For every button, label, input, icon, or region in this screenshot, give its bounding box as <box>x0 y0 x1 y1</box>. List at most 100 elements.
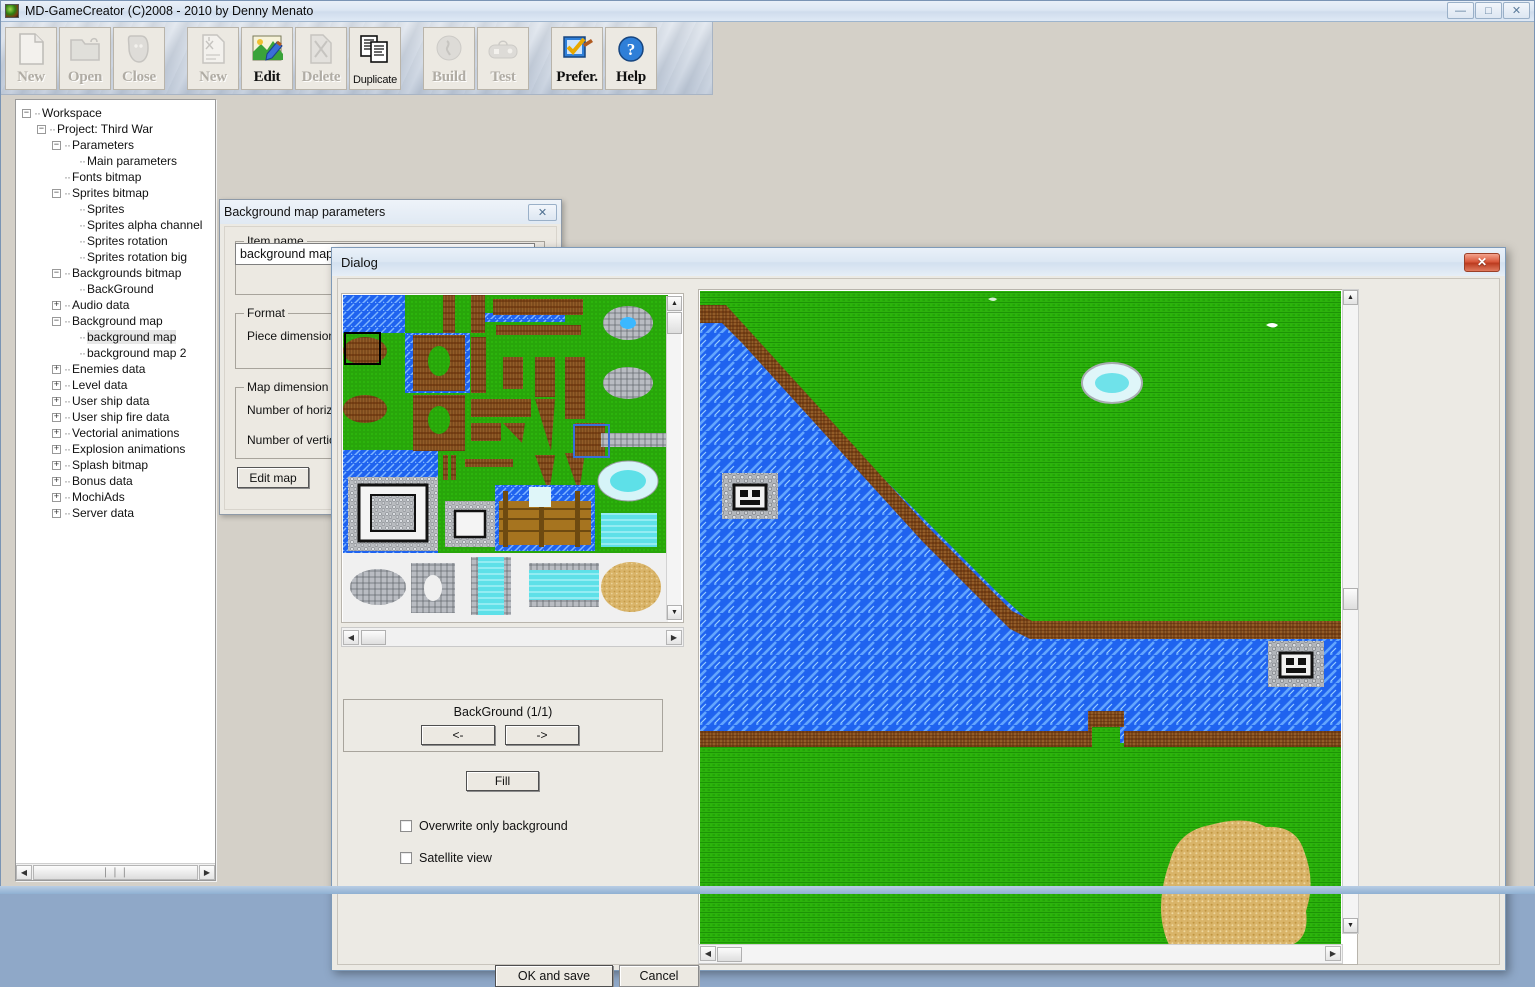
tree-item-sprites[interactable]: ··Sprites <box>22 201 215 217</box>
palette-horizontal-scrollbar[interactable]: ◀ ▶ <box>341 627 684 647</box>
scroll-right-arrow-icon[interactable]: ▶ <box>199 865 215 880</box>
map-horizontal-scroll-thumb[interactable] <box>717 947 742 962</box>
map-scroll-down-arrow-icon[interactable]: ▼ <box>1343 918 1358 933</box>
tree-collapse-minus-icon[interactable]: − <box>52 189 61 198</box>
toolbar-button-help[interactable]: ? Help <box>605 27 657 90</box>
tree-leaf-connector-icon[interactable] <box>67 157 76 166</box>
overwrite-only-background-checkbox[interactable] <box>400 820 412 832</box>
palette-scroll-down-arrow-icon[interactable]: ▼ <box>667 605 682 620</box>
bgmap-close-icon[interactable]: ✕ <box>528 204 557 221</box>
tree-item-mochiads[interactable]: +··MochiAds <box>22 489 215 505</box>
tree-item-explosion-animations[interactable]: +··Explosion animations <box>22 441 215 457</box>
tree-expand-plus-icon[interactable]: + <box>52 301 61 310</box>
toolbar-button-delete[interactable]: Delete <box>295 27 347 90</box>
tree-collapse-minus-icon[interactable]: − <box>52 269 61 278</box>
tree-leaf-connector-icon[interactable] <box>67 237 76 246</box>
minimize-button[interactable]: — <box>1447 2 1474 19</box>
tree-expand-plus-icon[interactable]: + <box>52 381 61 390</box>
tree-item-fonts-bitmap[interactable]: ··Fonts bitmap <box>22 169 215 185</box>
palette-scroll-left-arrow-icon[interactable]: ◀ <box>343 630 359 645</box>
tree-expand-plus-icon[interactable]: + <box>52 461 61 470</box>
map-vertical-scrollbar[interactable]: ▲ ▼ <box>1342 289 1359 934</box>
satellite-view-checkbox[interactable] <box>400 852 412 864</box>
toolbar-button-build[interactable]: Build <box>423 27 475 90</box>
tileset-palette-frame[interactable]: ▲ ▼ <box>341 293 684 623</box>
palette-vertical-scroll-thumb[interactable] <box>667 312 682 334</box>
tree-item-level-data[interactable]: +··Level data <box>22 377 215 393</box>
tree-expand-plus-icon[interactable]: + <box>52 365 61 374</box>
dialog-close-button[interactable]: ✕ <box>1464 253 1500 272</box>
tree-collapse-minus-icon[interactable]: − <box>52 141 61 150</box>
tree-item-sprites-rotation-big[interactable]: ··Sprites rotation big <box>22 249 215 265</box>
tree-item-user-ship-data[interactable]: +··User ship data <box>22 393 215 409</box>
map-scroll-left-arrow-icon[interactable]: ◀ <box>700 946 716 961</box>
tree-item-workspace[interactable]: −··Workspace <box>22 105 215 121</box>
map-scroll-right-arrow-icon[interactable]: ▶ <box>1325 946 1341 961</box>
tree-leaf-connector-icon[interactable] <box>52 173 61 182</box>
tree-item-splash-bitmap[interactable]: +··Splash bitmap <box>22 457 215 473</box>
background-next-button[interactable]: -> <box>505 725 579 745</box>
tree-item-sprites-rotation[interactable]: ··Sprites rotation <box>22 233 215 249</box>
tree-expand-plus-icon[interactable]: + <box>52 445 61 454</box>
tree-leaf-connector-icon[interactable] <box>67 349 76 358</box>
tree-expand-plus-icon[interactable]: + <box>52 493 61 502</box>
map-preview-frame[interactable] <box>698 289 1358 965</box>
toolbar-button-open-project[interactable]: Open <box>59 27 111 90</box>
tree-leaf-connector-icon[interactable] <box>67 333 76 342</box>
tree-item-sprites-alpha-channel[interactable]: ··Sprites alpha channel <box>22 217 215 233</box>
palette-horizontal-scroll-thumb[interactable] <box>361 630 386 645</box>
toolbar-button-close-project[interactable]: Close <box>113 27 165 90</box>
tree-expand-plus-icon[interactable]: + <box>52 429 61 438</box>
background-prev-button[interactable]: <- <box>421 725 495 745</box>
tree-item-background[interactable]: ··BackGround <box>22 281 215 297</box>
toolbar-button-new-project[interactable]: New <box>5 27 57 90</box>
fill-button[interactable]: Fill <box>466 771 539 791</box>
overwrite-only-background-checkbox-row[interactable]: Overwrite only background <box>400 819 568 833</box>
tree-item-server-data[interactable]: +··Server data <box>22 505 215 521</box>
tree-item-parameters[interactable]: −··Parameters <box>22 137 215 153</box>
tree-item-audio-data[interactable]: +··Audio data <box>22 297 215 313</box>
palette-scroll-up-arrow-icon[interactable]: ▲ <box>667 296 682 311</box>
tree-collapse-minus-icon[interactable]: − <box>52 317 61 326</box>
map-vertical-scroll-thumb[interactable] <box>1343 588 1358 610</box>
tree-leaf-connector-icon[interactable] <box>67 285 76 294</box>
project-tree[interactable]: −··Workspace−··Project: Third War−··Para… <box>16 100 215 863</box>
satellite-view-checkbox-row[interactable]: Satellite view <box>400 851 492 865</box>
toolbar-button-new-item[interactable]: New <box>187 27 239 90</box>
tree-item-enemies-data[interactable]: +··Enemies data <box>22 361 215 377</box>
palette-vertical-scrollbar[interactable]: ▲ ▼ <box>666 296 681 620</box>
tree-item-vectorial-animations[interactable]: +··Vectorial animations <box>22 425 215 441</box>
tree-leaf-connector-icon[interactable] <box>67 253 76 262</box>
toolbar-button-edit[interactable]: Edit <box>241 27 293 90</box>
tree-horizontal-scrollbar[interactable]: ◀ ❘❘❘ ▶ <box>16 863 215 880</box>
tree-leaf-connector-icon[interactable] <box>67 205 76 214</box>
toolbar-button-duplicate[interactable]: Duplicate <box>349 27 401 90</box>
tree-item-project-third-war[interactable]: −··Project: Third War <box>22 121 215 137</box>
map-scroll-up-arrow-icon[interactable]: ▲ <box>1343 290 1358 305</box>
tileset-palette-image[interactable] <box>343 295 668 623</box>
map-preview-canvas[interactable] <box>700 291 1341 947</box>
tree-collapse-minus-icon[interactable]: − <box>37 125 46 134</box>
tree-item-bonus-data[interactable]: +··Bonus data <box>22 473 215 489</box>
map-horizontal-scrollbar[interactable]: ◀ ▶ <box>698 944 1343 964</box>
ok-and-save-button[interactable]: OK and save <box>495 965 613 987</box>
tree-expand-plus-icon[interactable]: + <box>52 509 61 518</box>
tree-expand-plus-icon[interactable]: + <box>52 397 61 406</box>
tree-item-backgrounds-bitmap[interactable]: −··Backgrounds bitmap <box>22 265 215 281</box>
tree-collapse-minus-icon[interactable]: − <box>22 109 31 118</box>
tree-leaf-connector-icon[interactable] <box>67 221 76 230</box>
toolbar-button-test[interactable]: Test <box>477 27 529 90</box>
tree-scroll-thumb[interactable]: ❘❘❘ <box>33 865 198 880</box>
tree-item-sprites-bitmap[interactable]: −··Sprites bitmap <box>22 185 215 201</box>
tree-expand-plus-icon[interactable]: + <box>52 413 61 422</box>
maximize-button[interactable]: □ <box>1475 2 1502 19</box>
toolbar-button-preferences[interactable]: Prefer. <box>551 27 603 90</box>
cancel-button[interactable]: Cancel <box>619 965 699 987</box>
tree-item-background-map[interactable]: ··background map <box>22 329 215 345</box>
tree-item-user-ship-fire-data[interactable]: +··User ship fire data <box>22 409 215 425</box>
tree-item-background-map[interactable]: −··Background map <box>22 313 215 329</box>
tree-item-main-parameters[interactable]: ··Main parameters <box>22 153 215 169</box>
scroll-left-arrow-icon[interactable]: ◀ <box>16 865 32 880</box>
tree-item-background-map-2[interactable]: ··background map 2 <box>22 345 215 361</box>
edit-map-button[interactable]: Edit map <box>237 467 309 488</box>
